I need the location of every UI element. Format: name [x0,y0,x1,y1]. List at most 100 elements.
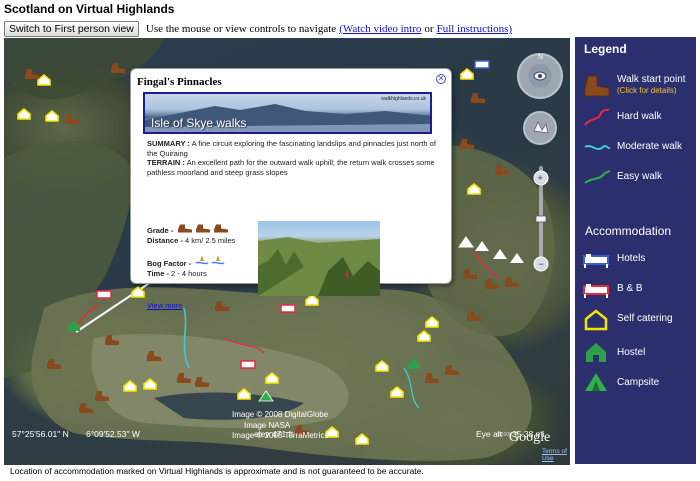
walk-start-marker[interactable] [146,350,162,362]
bb-marker[interactable] [280,302,296,314]
self-catering-marker[interactable] [374,360,390,372]
accommodation-disclaimer: Location of accommodation marked on Virt… [10,466,424,476]
zoom-in-button[interactable] [534,171,548,185]
bb-marker[interactable] [240,358,256,370]
navigation-instruction: Use the mouse or view controls to naviga… [145,23,337,35]
walk-start-marker[interactable] [470,92,486,104]
map-status-bar: 57°25'56.01" N 6°09'52.53" W elev 471 ft… [4,429,570,439]
compass-ring[interactable] [518,54,562,98]
walk-start-hint: (Click for details) [617,86,677,95]
bb-bed-icon [583,284,609,298]
walk-start-marker[interactable] [462,268,478,280]
grade-boots [175,224,229,235]
self-catering-marker[interactable] [264,372,280,384]
walk-start-marker[interactable] [104,334,120,346]
walk-start-marker[interactable] [466,310,482,322]
grade-row: Grade - Distance - 4 km/ 2.5 miles [147,224,235,245]
walk-start-marker[interactable] [24,68,40,80]
campsite-marker[interactable] [458,236,474,248]
terms-of-use-link[interactable]: Terms of Use [542,448,570,462]
moderate-walk-line-icon [584,145,611,150]
self-catering-marker[interactable] [130,286,146,298]
terrain-text: An excellent path for the outward walk u… [147,158,435,177]
walk-start-marker[interactable] [494,164,510,176]
time-label: Time - [147,268,169,278]
view-more-link[interactable]: View more [147,301,182,310]
self-catering-marker[interactable] [142,378,158,390]
self-catering-marker[interactable] [236,388,252,400]
self-catering-marker[interactable] [466,183,482,195]
walk-start-marker[interactable] [46,358,62,370]
walk-start-marker[interactable] [94,390,110,402]
bb-label: B & B [617,283,643,294]
time-value: 2 - 4 hours [171,268,207,278]
walk-start-marker[interactable] [214,300,230,312]
bog-label: Bog Factor - [147,259,192,268]
walk-photo [258,221,380,296]
self-catering-marker[interactable] [389,386,405,398]
switch-view-button[interactable]: Switch to First person view [4,21,139,37]
grade-boot-icon [214,224,229,233]
self-catering-marker[interactable] [16,108,32,120]
terrain-label: TERRAIN : [147,158,185,167]
boot-icon [584,75,610,97]
walk-start-label: Walk start point [617,74,686,85]
hostel-marker[interactable] [66,320,82,332]
campsite-marker[interactable] [492,248,508,260]
full-instructions-link[interactable]: Full instructions) [437,23,512,35]
look-joystick[interactable] [524,112,556,144]
photo-landscape [258,237,380,296]
self-catering-marker[interactable] [424,316,440,328]
walk-start-marker[interactable] [176,372,192,384]
grade-boot-icon [178,224,193,233]
hard-walk-line-icon [584,108,610,126]
walk-start-marker[interactable] [194,376,210,388]
walk-start-marker[interactable] [424,372,440,384]
campsite-tent-icon [585,373,607,391]
hostel-marker[interactable] [406,358,422,370]
distance-value: 4 km/ 2.5 miles [184,235,236,245]
legend-easy-walk: Easy walk [575,167,696,191]
eye-alt-value: 35.38 mi [512,429,545,439]
earth-map-view[interactable]: Fingal's Pinnacles ✕ walkhighlands.co.uk… [4,38,570,465]
hotel-marker[interactable] [474,58,490,70]
grade-boot-icon [196,224,211,233]
self-catering-label: Self catering [617,313,673,324]
legend-title: Legend [584,42,627,56]
legend-hotels: Hotels [575,249,696,273]
walk-start-marker[interactable] [459,138,475,150]
legend-campsite: Campsite [575,371,696,395]
legend-hard-walk: Hard walk [575,107,696,131]
summary-text: A fine circuit exploring the fascinating… [147,139,436,158]
eye-alt-label: Eye alt [476,429,502,439]
bb-marker[interactable] [96,288,112,300]
legend-hostel: Hostel [575,341,696,365]
campsite-marker[interactable] [474,240,490,252]
latitude-readout: 57°25'56.01" N [12,429,69,439]
walk-start-marker[interactable] [78,402,94,414]
video-intro-link[interactable]: (Watch video intro [339,23,421,35]
bog-factor-icons [193,255,225,268]
walk-banner: walkhighlands.co.uk Isle of Skye walks [143,92,432,134]
zoom-out-button[interactable] [534,257,548,271]
close-icon[interactable]: ✕ [436,74,446,84]
zoom-slider[interactable] [536,214,546,224]
easy-walk-label: Easy walk [617,171,663,182]
walk-start-marker[interactable] [64,113,80,125]
walk-start-marker[interactable] [444,364,460,376]
bog-row: Bog Factor - Time - 2 - 4 hours [147,255,225,278]
hotel-bed-icon [583,254,609,268]
accommodation-heading: Accommodation [585,224,672,238]
self-catering-marker[interactable] [416,330,432,342]
self-catering-marker[interactable] [122,380,138,392]
map-legend: Legend Walk start point (Click for detai… [575,37,696,464]
walk-start-marker[interactable] [484,278,500,290]
self-catering-marker[interactable] [44,110,60,122]
distance-label: Distance - [147,235,183,245]
self-catering-marker[interactable] [459,68,475,80]
self-catering-house-icon [584,309,608,331]
easy-walk-line-icon [584,170,611,184]
campsite-marker[interactable] [258,390,274,402]
walk-start-marker[interactable] [110,62,126,74]
walk-description: SUMMARY : A fine circuit exploring the f… [147,139,439,177]
